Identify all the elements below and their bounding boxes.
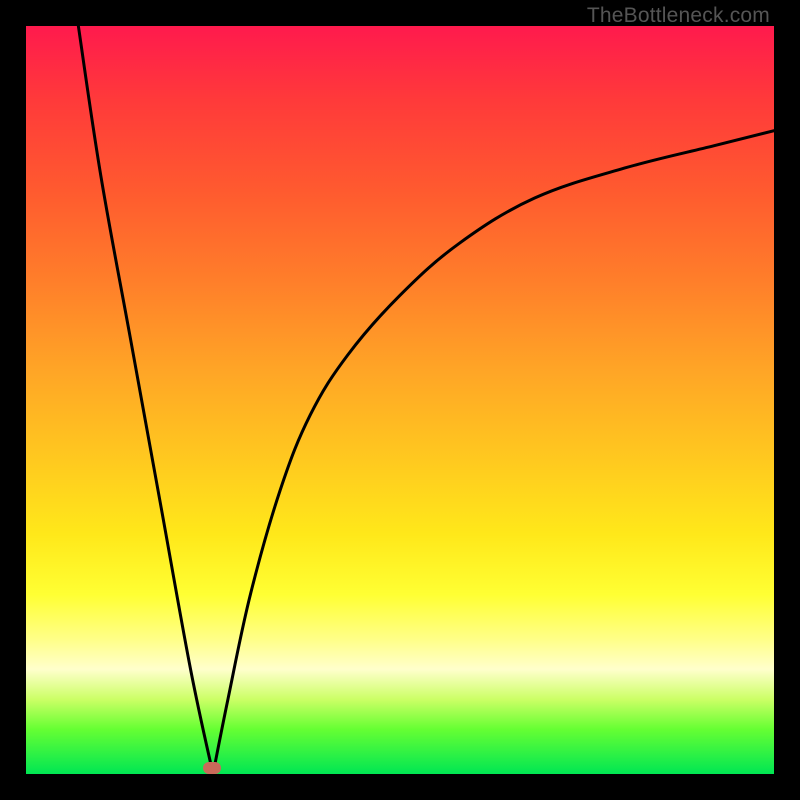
- plot-gradient-background: [26, 26, 774, 774]
- plot-frame: [26, 26, 774, 774]
- watermark-text: TheBottleneck.com: [587, 4, 770, 28]
- optimal-point-marker: [203, 762, 221, 774]
